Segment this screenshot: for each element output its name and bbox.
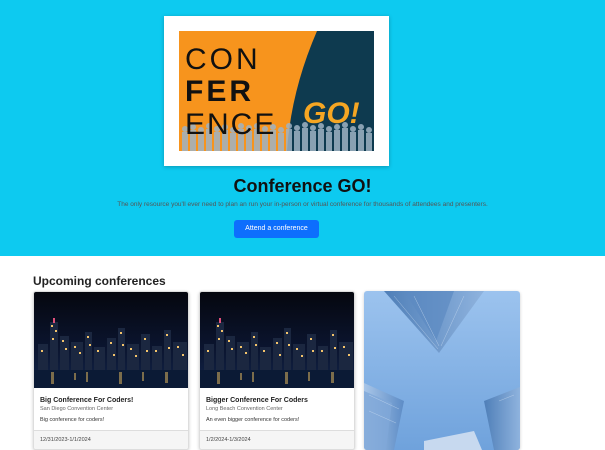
- attend-conference-button[interactable]: Attend a conference: [234, 220, 319, 238]
- conference-dates: 12/31/2023-1/1/2024: [40, 437, 91, 443]
- conference-dates: 1/2/2024-1/3/2024: [206, 437, 251, 443]
- conference-name: Bigger Conference For Coders: [206, 397, 308, 404]
- conference-description: An even bigger conference for coders!: [206, 417, 300, 423]
- hero-section: CON FER ENCE GO! Conference GO! The only…: [0, 0, 605, 256]
- logo-text-con: CON: [185, 43, 261, 76]
- card-footer: 12/31/2023-1/1/2024: [34, 430, 188, 449]
- card-footer: 1/2/2024-1/3/2024: [200, 430, 354, 449]
- logo-text-go: GO!: [303, 97, 360, 130]
- logo-text-ence: ENCE: [185, 108, 276, 141]
- conference-go-logo: CON FER ENCE GO!: [179, 31, 374, 151]
- city-skyline-image: [200, 292, 354, 388]
- skyscraper-image: [364, 291, 520, 450]
- city-skyline-image: [34, 292, 188, 388]
- conference-description: Big conference for coders!: [40, 417, 105, 423]
- conference-location: Long Beach Convention Center: [206, 406, 283, 412]
- skyscraper-image-card[interactable]: [364, 291, 520, 450]
- conference-card[interactable]: Big Conference For Coders! San Diego Con…: [33, 291, 189, 450]
- conference-logo-frame: CON FER ENCE GO!: [164, 16, 389, 166]
- conference-name: Big Conference For Coders!: [40, 397, 134, 404]
- page-title: Conference GO!: [233, 176, 372, 196]
- upcoming-conferences-heading: Upcoming conferences: [33, 274, 166, 288]
- logo-text-fer: FER: [185, 75, 254, 108]
- hero-subtitle: The only resource you'll ever need to pl…: [117, 201, 488, 208]
- conference-location: San Diego Convention Center: [40, 406, 114, 412]
- conference-card[interactable]: Bigger Conference For Coders Long Beach …: [199, 291, 355, 450]
